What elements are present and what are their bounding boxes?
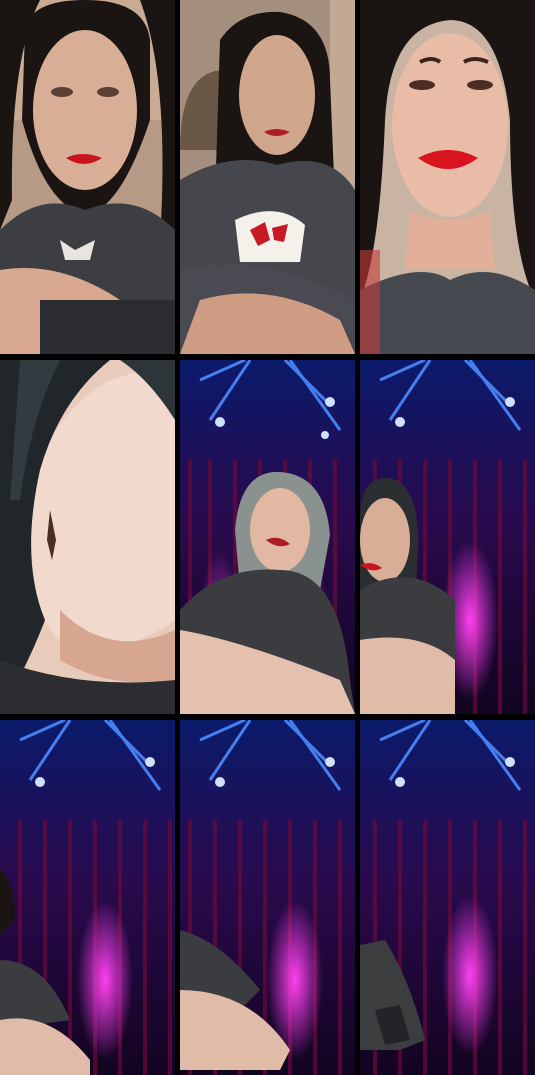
frame-image — [360, 0, 535, 354]
video-tile-3[interactable] — [360, 0, 535, 354]
frame-image — [0, 0, 175, 354]
frame-image — [180, 360, 355, 714]
video-tile-6[interactable] — [360, 360, 535, 714]
frame-image — [360, 360, 535, 714]
frame-image — [360, 720, 535, 1075]
video-grid — [0, 0, 535, 1075]
frame-image — [0, 720, 175, 1075]
video-tile-7[interactable] — [0, 720, 175, 1075]
frame-image — [180, 720, 355, 1075]
video-tile-5[interactable] — [180, 360, 355, 714]
video-tile-9[interactable] — [360, 720, 535, 1075]
frame-image — [180, 0, 355, 354]
video-tile-2[interactable] — [180, 0, 355, 354]
video-tile-4[interactable] — [0, 360, 175, 714]
video-tile-1[interactable] — [0, 0, 175, 354]
video-tile-8[interactable] — [180, 720, 355, 1075]
frame-image — [0, 360, 175, 714]
